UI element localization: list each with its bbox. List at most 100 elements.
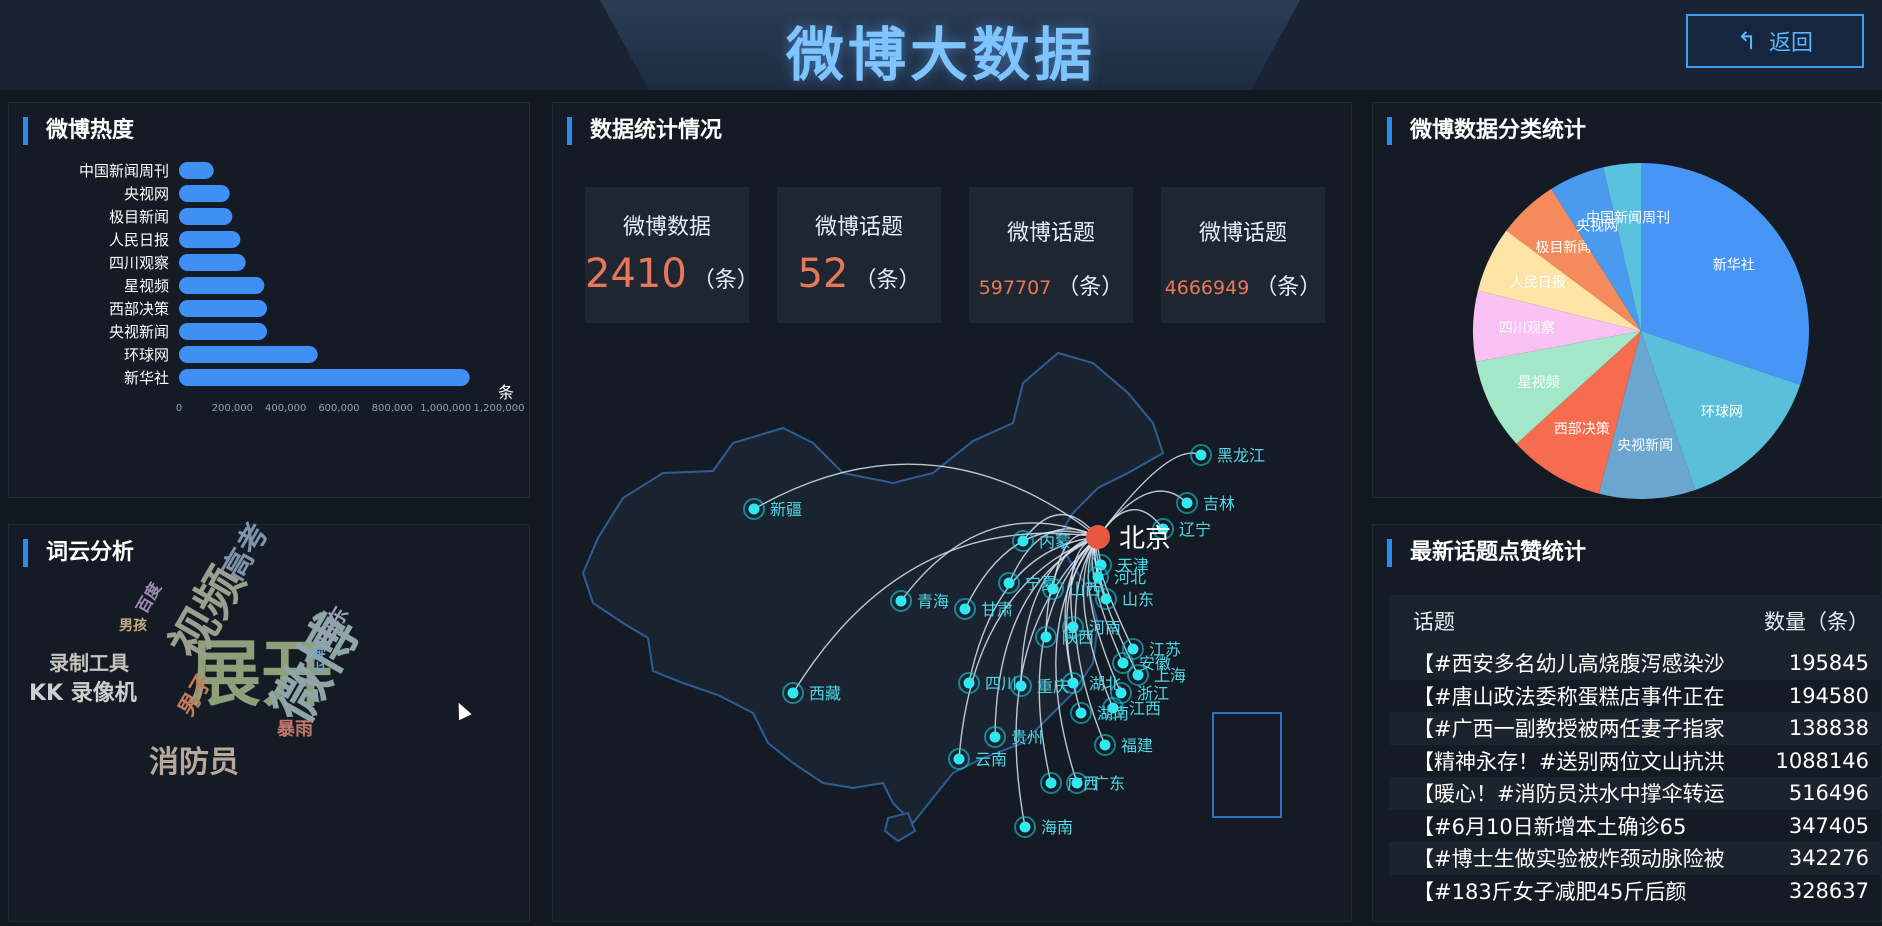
- city-node[interactable]: [895, 595, 907, 607]
- city-node[interactable]: [963, 677, 975, 689]
- pie-panel: 新华社 环球网 央视新闻 西部决策 星视频 四川观察 人民日报 极目新闻 央视网 中国新闻周刊 微…: [1372, 102, 1882, 499]
- city-node[interactable]: [959, 603, 971, 615]
- table-header-row: 话题 数量（条）: [1389, 595, 1882, 647]
- city-node[interactable]: [748, 503, 760, 515]
- stat-number: 4666949: [1164, 277, 1250, 299]
- stat-unit: （条）: [692, 268, 759, 293]
- city-label: 山东: [1122, 590, 1154, 609]
- cloud-word: 男孩: [119, 618, 147, 634]
- china-flow-map: 黑龙江吉林辽宁天津河北山东江苏安徽上海浙江江西福建广东广西海南湖南湖北河南陕西甘…: [581, 351, 1282, 843]
- table-row[interactable]: 【暖心！#消防员洪水中撑伞转运 516496: [1389, 777, 1882, 810]
- stat-value: 597707 （条）: [969, 269, 1133, 301]
- hot-bar: [179, 369, 470, 386]
- category-pie-chart: 新华社环球网央视新闻西部决策星视频四川观察人民日报极目新闻央视网中国新闻周刊: [1473, 163, 1809, 499]
- row-count: 138838: [1788, 716, 1869, 741]
- hot-category-label: 四川观察: [109, 254, 169, 272]
- hot-x-tick: 1,000,000: [420, 403, 471, 414]
- city-node[interactable]: [1195, 449, 1207, 461]
- city-node[interactable]: [1099, 739, 1111, 751]
- hot-x-tick: 600,000: [318, 403, 359, 414]
- stat-unit: （条）: [1255, 275, 1322, 300]
- pie-slice-label: 环球网: [1701, 405, 1743, 421]
- row-topic: 【精神永存！#送别两位文山抗洪: [1413, 749, 1725, 774]
- city-node[interactable]: [1127, 643, 1139, 655]
- hot-x-tick: 200,000: [212, 403, 253, 414]
- city-node[interactable]: [1019, 821, 1031, 833]
- hot-bar: [179, 185, 230, 202]
- cloud-word: 录制工具: [49, 651, 129, 675]
- city-node[interactable]: [953, 753, 965, 765]
- pie-slice-label: 中国新闻周刊: [1586, 210, 1670, 226]
- city-label: 新疆: [770, 500, 802, 519]
- stat-card-weibo-topic-3: 微博话题 4666949 （条）: [1161, 187, 1325, 323]
- hot-bar: [179, 346, 318, 363]
- likes-table: 话题 数量（条） 【#西安多名幼儿高烧腹泻感染沙 195845 【#唐山政法委称蛋糕…: [1389, 595, 1882, 907]
- hot-unit-label: 条: [498, 383, 514, 402]
- hot-x-tick: 1,200,000: [474, 403, 525, 414]
- city-label: 福建: [1121, 736, 1153, 755]
- south-china-sea-inset: [1212, 712, 1282, 818]
- hot-bar: [179, 300, 267, 317]
- stat-value: 52 （条）: [777, 251, 941, 297]
- row-topic: 【暖心！#消防员洪水中撑伞转运: [1413, 782, 1725, 807]
- stat-number: 2410: [585, 251, 687, 297]
- row-topic: 【#广西一副教授被两任妻子指家: [1413, 717, 1725, 742]
- city-node[interactable]: [1067, 677, 1079, 689]
- stat-unit: （条）: [854, 268, 921, 293]
- table-row[interactable]: 【#183斤女子减肥45斤后颜 328637: [1389, 875, 1882, 908]
- table-row[interactable]: 【#博士生做实验被炸颈动脉险被 342276: [1389, 842, 1882, 875]
- map-center-label: 北京: [1119, 524, 1171, 554]
- city-node[interactable]: [1075, 707, 1087, 719]
- table-row[interactable]: 【#6月10日新增本土确诊65 347405: [1389, 810, 1882, 843]
- city-node[interactable]: [1181, 497, 1193, 509]
- back-button[interactable]: ↰ 返回: [1686, 14, 1864, 68]
- table-row[interactable]: 【精神永存！#送别两位文山抗洪 1088146: [1389, 745, 1882, 778]
- header-topic: 话题: [1413, 610, 1455, 634]
- city-node[interactable]: [1040, 631, 1052, 643]
- city-node[interactable]: [1003, 577, 1015, 589]
- table-row[interactable]: 【#广西一副教授被两任妻子指家 138838: [1389, 712, 1882, 745]
- hot-bar: [179, 162, 214, 179]
- city-node[interactable]: [989, 731, 1001, 743]
- back-button-label: 返回: [1769, 31, 1814, 56]
- table-row[interactable]: 【#唐山政法委称蛋糕店事件正在 194580: [1389, 680, 1882, 713]
- city-label: 陕西: [1062, 628, 1094, 647]
- city-label: 江西: [1129, 699, 1161, 718]
- city-node[interactable]: [1100, 593, 1112, 605]
- hot-category-label: 中国新闻周刊: [79, 162, 169, 180]
- city-node[interactable]: [1045, 777, 1057, 789]
- row-count: 194580: [1788, 683, 1869, 708]
- row-topic: 【#唐山政法委称蛋糕店事件正在: [1413, 684, 1725, 709]
- hot-bar: [179, 208, 233, 225]
- hot-x-tick: 0: [176, 403, 182, 414]
- reply-arrow-icon: ↰: [1736, 27, 1758, 55]
- cloud-panel: 词云分析 展开 微博 视频 高考 男子 消防员 录制工具 KK 录像机 暴雨 山东 百度 男孩 云南: [8, 517, 530, 922]
- city-node[interactable]: [1117, 657, 1129, 669]
- stat-label: 微博话题: [814, 215, 903, 240]
- stat-unit: （条）: [1057, 275, 1124, 300]
- stat-value: 4666949 （条）: [1161, 269, 1325, 301]
- city-node[interactable]: [1047, 583, 1059, 595]
- hot-category-label: 央视新闻: [109, 323, 169, 341]
- table-row[interactable]: 【#西安多名幼儿高烧腹泻感染沙 195845: [1389, 647, 1882, 680]
- city-node[interactable]: [1015, 680, 1027, 692]
- city-label: 甘肃: [981, 600, 1013, 619]
- table-body: 【#西安多名幼儿高烧腹泻感染沙 195845 【#唐山政法委称蛋糕店事件正在 1945…: [1389, 647, 1882, 907]
- city-label: 广西: [1067, 774, 1099, 793]
- row-count: 328637: [1788, 878, 1869, 903]
- cloud-word: 云南: [312, 647, 328, 675]
- pie-slice-label: 星视频: [1518, 375, 1560, 391]
- city-node[interactable]: [1132, 669, 1144, 681]
- city-label: 山西: [1069, 580, 1101, 599]
- cloud-word: KK 录像机: [29, 681, 137, 706]
- city-label: 河北: [1114, 568, 1146, 587]
- city-node[interactable]: [1017, 535, 1029, 547]
- hot-bar-chart: 新华社 环球网 央视新闻 西部决策 星视频 四川观察 人民日报 极目新闻 央视网 中国新闻周刊 0 2…: [79, 162, 525, 414]
- row-count: 1088146: [1775, 748, 1869, 773]
- city-label: 青海: [917, 592, 949, 611]
- hainan-outline: [883, 811, 917, 843]
- hot-x-tick: 800,000: [372, 403, 413, 414]
- city-node[interactable]: [787, 687, 799, 699]
- hot-category-label: 星视频: [124, 277, 169, 295]
- pie-panel-title: 微博数据分类统计: [1387, 117, 1586, 145]
